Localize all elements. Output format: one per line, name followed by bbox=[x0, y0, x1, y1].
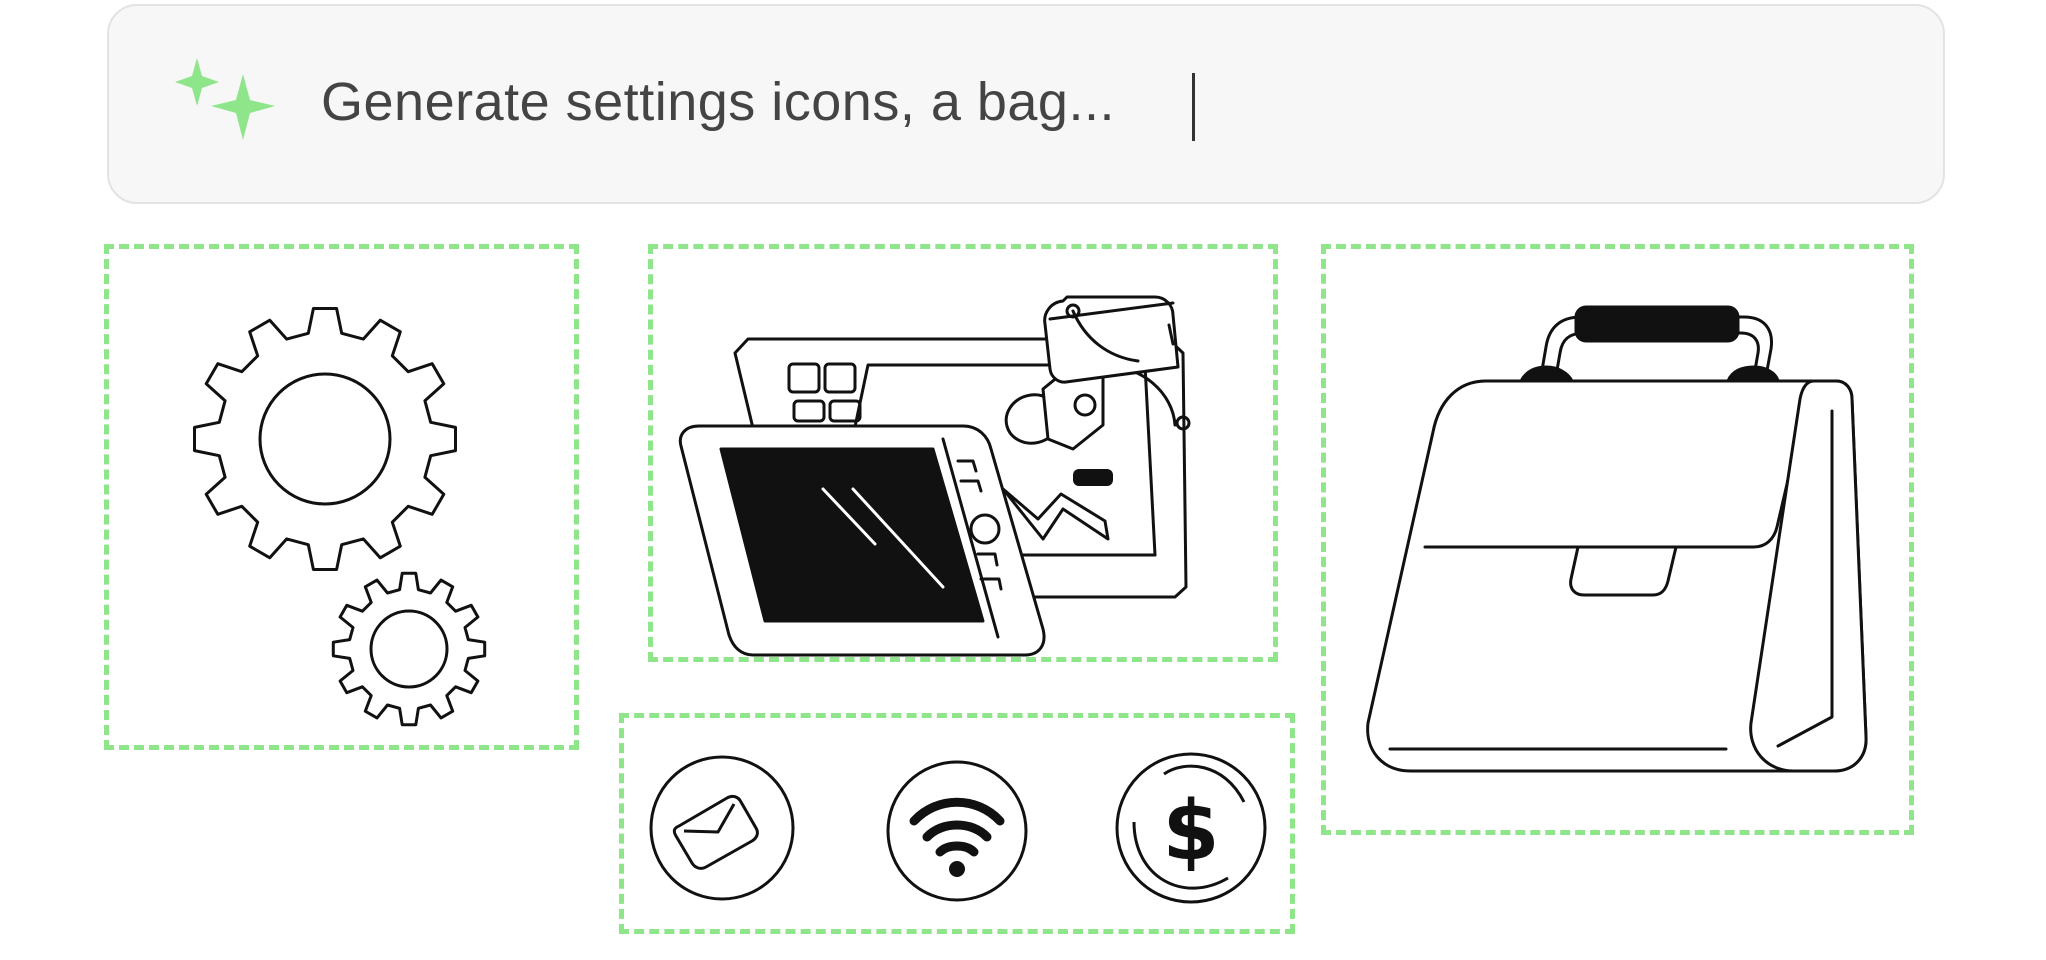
sparkle-icon bbox=[175, 58, 275, 140]
svg-text:$: $ bbox=[1162, 784, 1219, 879]
circle-icons-frame[interactable]: $ bbox=[619, 713, 1295, 934]
tablet-pen-icon bbox=[678, 295, 1191, 657]
dollar-icon: $ bbox=[1115, 752, 1267, 904]
wifi-icon bbox=[886, 760, 1028, 902]
prompt-text[interactable]: Generate settings icons, a bag... bbox=[321, 66, 1115, 138]
text-caret bbox=[1192, 73, 1195, 141]
prompt-input-bar[interactable]: Generate settings icons, a bag... bbox=[107, 4, 1945, 204]
gears-icon bbox=[193, 307, 487, 727]
mail-icon bbox=[649, 755, 795, 901]
briefcase-icon bbox=[1366, 305, 1868, 773]
briefcase-frame[interactable] bbox=[1321, 244, 1914, 835]
tablet-design-frame[interactable] bbox=[648, 244, 1278, 662]
gears-frame[interactable] bbox=[104, 244, 579, 750]
